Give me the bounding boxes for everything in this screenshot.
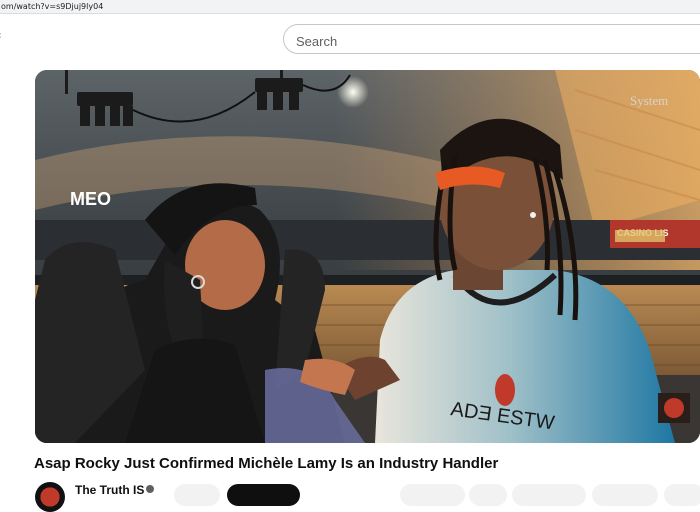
- back-glyph[interactable]: ‹: [0, 30, 1, 41]
- arena-logo: MEO: [70, 189, 111, 209]
- join-button[interactable]: [174, 484, 220, 506]
- channel-name[interactable]: The Truth IS: [75, 483, 144, 497]
- corner-logo-mark: [664, 398, 684, 418]
- address-bar[interactable]: om/watch?v=s9Djuj9ly04: [0, 0, 700, 14]
- search-box[interactable]: [283, 24, 700, 54]
- more-actions-button[interactable]: [664, 484, 700, 506]
- subscribe-button[interactable]: [227, 484, 300, 506]
- like-button[interactable]: [400, 484, 465, 506]
- channel-row: The Truth IS: [0, 480, 700, 512]
- share-button[interactable]: [512, 484, 586, 506]
- system-watermark: System: [630, 93, 668, 108]
- dislike-button[interactable]: [469, 484, 507, 506]
- search-input[interactable]: [294, 31, 678, 51]
- channel-avatar[interactable]: [35, 482, 65, 512]
- video-player[interactable]: CASINO LIS MEO System: [35, 70, 700, 443]
- video-title: Asap Rocky Just Confirmed Michèle Lamy I…: [34, 455, 499, 472]
- save-button[interactable]: [592, 484, 658, 506]
- video-frame: CASINO LIS MEO System: [35, 70, 700, 443]
